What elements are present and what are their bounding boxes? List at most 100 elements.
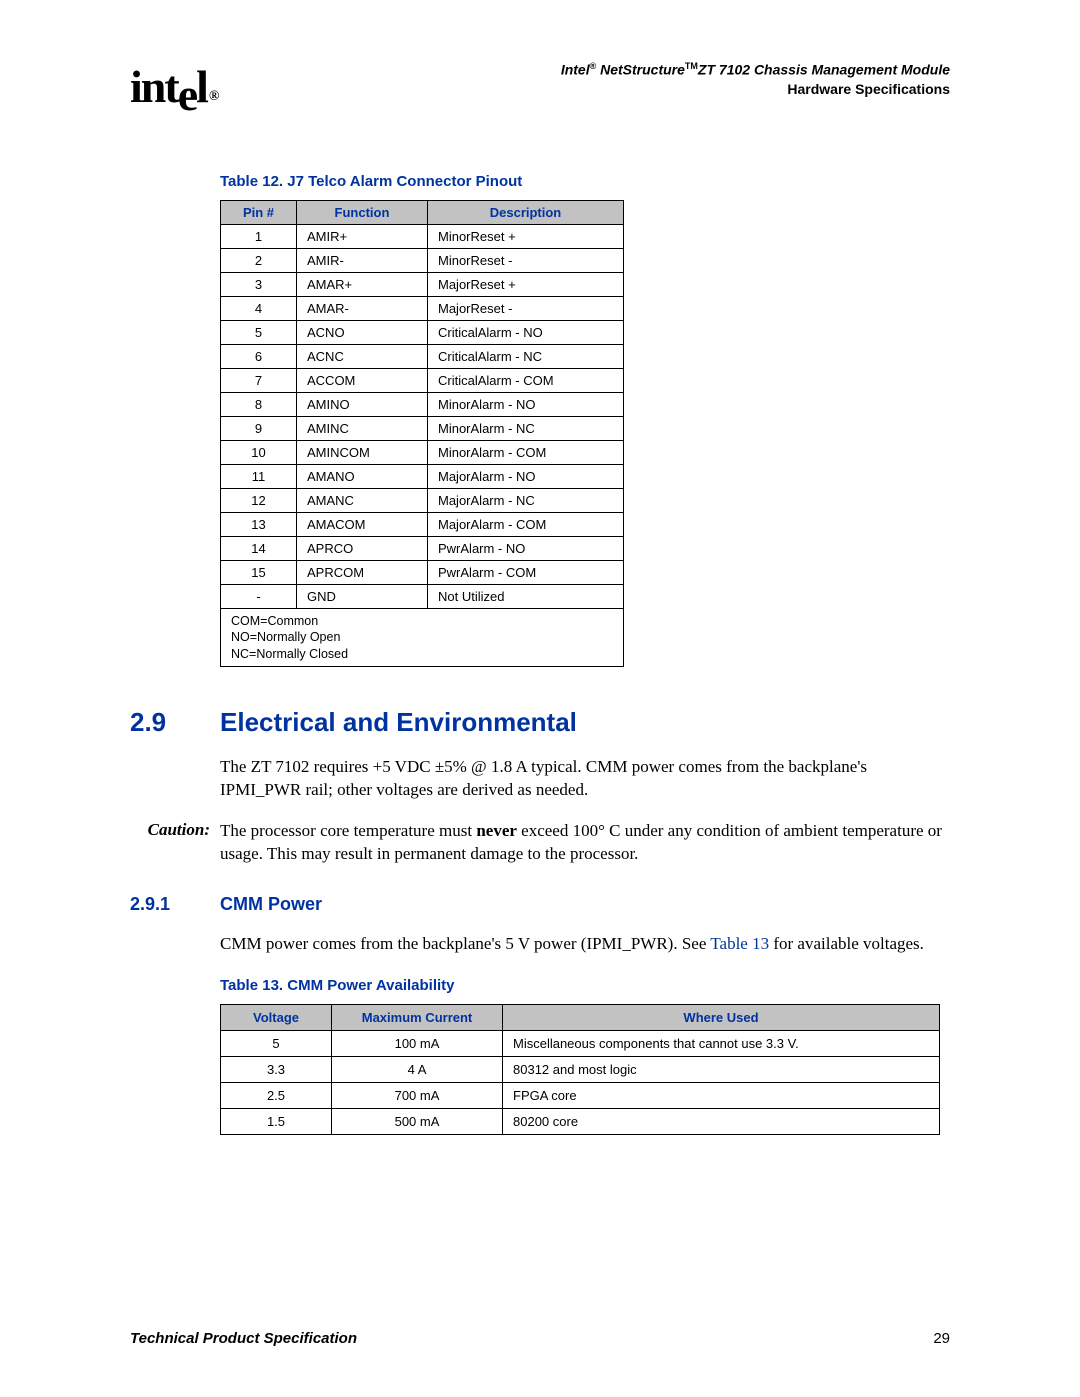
cell-curr: 500 mA bbox=[332, 1109, 503, 1135]
table-row: 5100 mAMiscellaneous components that can… bbox=[221, 1031, 940, 1057]
table13-header-where: Where Used bbox=[503, 1005, 940, 1031]
table-row: 2AMIR-MinorReset - bbox=[221, 249, 624, 273]
cell-where: 80200 core bbox=[503, 1109, 940, 1135]
cell-pin: 9 bbox=[221, 417, 297, 441]
table13-link[interactable]: Table 13 bbox=[710, 934, 769, 953]
table-row: 14APRCOPwrAlarm - NO bbox=[221, 537, 624, 561]
header-product-b: NetStructure bbox=[596, 62, 685, 78]
table-row: 3.34 A80312 and most logic bbox=[221, 1057, 940, 1083]
cell-desc: MajorReset + bbox=[428, 273, 624, 297]
sup-tm: TM bbox=[685, 61, 698, 71]
caution-bold: never bbox=[476, 821, 517, 840]
cell-curr: 100 mA bbox=[332, 1031, 503, 1057]
header-title-block: Intel® NetStructureTMZT 7102 Chassis Man… bbox=[561, 60, 950, 100]
cell-desc: MajorAlarm - NO bbox=[428, 465, 624, 489]
table-row: 1.5500 mA80200 core bbox=[221, 1109, 940, 1135]
table13-header-volt: Voltage bbox=[221, 1005, 332, 1031]
cell-func: ACCOM bbox=[297, 369, 428, 393]
cell-desc: Not Utilized bbox=[428, 585, 624, 609]
cell-func: ACNC bbox=[297, 345, 428, 369]
cell-pin: 10 bbox=[221, 441, 297, 465]
cell-desc: MinorAlarm - COM bbox=[428, 441, 624, 465]
cell-pin: 1 bbox=[221, 225, 297, 249]
cell-desc: CriticalAlarm - NC bbox=[428, 345, 624, 369]
cell-func: AMAR+ bbox=[297, 273, 428, 297]
cell-func: AMIR- bbox=[297, 249, 428, 273]
table-row: 12AMANCMajorAlarm - NC bbox=[221, 489, 624, 513]
table-row: 9AMINCMinorAlarm - NC bbox=[221, 417, 624, 441]
cell-where: 80312 and most logic bbox=[503, 1057, 940, 1083]
section-2-9-body: The ZT 7102 requires +5 VDC ±5% @ 1.8 A … bbox=[220, 756, 950, 802]
cell-pin: 4 bbox=[221, 297, 297, 321]
cell-func: AMINCOM bbox=[297, 441, 428, 465]
cell-desc: PwrAlarm - NO bbox=[428, 537, 624, 561]
cell-pin: - bbox=[221, 585, 297, 609]
table-row: 5ACNOCriticalAlarm - NO bbox=[221, 321, 624, 345]
intel-logo: intel® bbox=[130, 60, 215, 113]
section-2-9-1-body: CMM power comes from the backplane's 5 V… bbox=[220, 933, 950, 956]
section-2-9: 2.9 Electrical and Environmental bbox=[130, 707, 950, 738]
table12-header-desc: Description bbox=[428, 201, 624, 225]
cell-desc: CriticalAlarm - COM bbox=[428, 369, 624, 393]
cell-func: AMAR- bbox=[297, 297, 428, 321]
header-subtitle: Hardware Specifications bbox=[561, 80, 950, 100]
cell-desc: MajorReset - bbox=[428, 297, 624, 321]
section-2-9-1-number: 2.9.1 bbox=[130, 894, 220, 915]
table13: Voltage Maximum Current Where Used 5100 … bbox=[220, 1004, 940, 1135]
cell-volt: 2.5 bbox=[221, 1083, 332, 1109]
cell-pin: 15 bbox=[221, 561, 297, 585]
cell-desc: CriticalAlarm - NO bbox=[428, 321, 624, 345]
section-2-9-number: 2.9 bbox=[130, 707, 220, 738]
table-row: 10AMINCOMMinorAlarm - COM bbox=[221, 441, 624, 465]
table12-header-func: Function bbox=[297, 201, 428, 225]
section-2-9-1-title: CMM Power bbox=[220, 894, 322, 915]
footer-page-number: 29 bbox=[933, 1330, 950, 1347]
table-row: 6ACNCCriticalAlarm - NC bbox=[221, 345, 624, 369]
header-product-a: Intel bbox=[561, 62, 590, 78]
cell-func: AMANC bbox=[297, 489, 428, 513]
cell-pin: 3 bbox=[221, 273, 297, 297]
footer-left: Technical Product Specification bbox=[130, 1330, 357, 1347]
cell-func: AMACOM bbox=[297, 513, 428, 537]
caution-label: Caution: bbox=[130, 820, 220, 866]
table-row: 2.5700 mAFPGA core bbox=[221, 1083, 940, 1109]
cell-pin: 13 bbox=[221, 513, 297, 537]
table-row: 15APRCOMPwrAlarm - COM bbox=[221, 561, 624, 585]
cell-pin: 11 bbox=[221, 465, 297, 489]
cell-desc: MinorAlarm - NO bbox=[428, 393, 624, 417]
cell-pin: 8 bbox=[221, 393, 297, 417]
table12-header-pin: Pin # bbox=[221, 201, 297, 225]
cell-volt: 3.3 bbox=[221, 1057, 332, 1083]
page-header: intel® Intel® NetStructureTMZT 7102 Chas… bbox=[130, 60, 950, 113]
table-row: 3AMAR+MajorReset + bbox=[221, 273, 624, 297]
table-row: -GNDNot Utilized bbox=[221, 585, 624, 609]
cell-func: AMINC bbox=[297, 417, 428, 441]
cell-func: AMANO bbox=[297, 465, 428, 489]
cell-desc: MinorAlarm - NC bbox=[428, 417, 624, 441]
cell-func: APRCO bbox=[297, 537, 428, 561]
cell-func: GND bbox=[297, 585, 428, 609]
cell-desc: PwrAlarm - COM bbox=[428, 561, 624, 585]
cell-desc: MinorReset + bbox=[428, 225, 624, 249]
section-2-9-title: Electrical and Environmental bbox=[220, 707, 577, 738]
section-2-9-1: 2.9.1 CMM Power bbox=[130, 894, 950, 915]
cell-pin: 5 bbox=[221, 321, 297, 345]
cell-desc: MinorReset - bbox=[428, 249, 624, 273]
table-row: 8AMINOMinorAlarm - NO bbox=[221, 393, 624, 417]
table-row: 1AMIR+MinorReset + bbox=[221, 225, 624, 249]
cell-pin: 6 bbox=[221, 345, 297, 369]
table13-caption: Table 13. CMM Power Availability bbox=[220, 977, 950, 994]
table12-caption: Table 12. J7 Telco Alarm Connector Pinou… bbox=[220, 173, 950, 190]
cell-func: AMIR+ bbox=[297, 225, 428, 249]
table-row: 4AMAR-MajorReset - bbox=[221, 297, 624, 321]
cell-func: APRCOM bbox=[297, 561, 428, 585]
table13-header-curr: Maximum Current bbox=[332, 1005, 503, 1031]
table-row: 11AMANOMajorAlarm - NO bbox=[221, 465, 624, 489]
cell-pin: 7 bbox=[221, 369, 297, 393]
caution-text-a: The processor core temperature must bbox=[220, 821, 476, 840]
page-footer: Technical Product Specification 29 bbox=[130, 1330, 950, 1347]
cell-func: ACNO bbox=[297, 321, 428, 345]
cell-pin: 12 bbox=[221, 489, 297, 513]
cell-func: AMINO bbox=[297, 393, 428, 417]
cell-curr: 700 mA bbox=[332, 1083, 503, 1109]
